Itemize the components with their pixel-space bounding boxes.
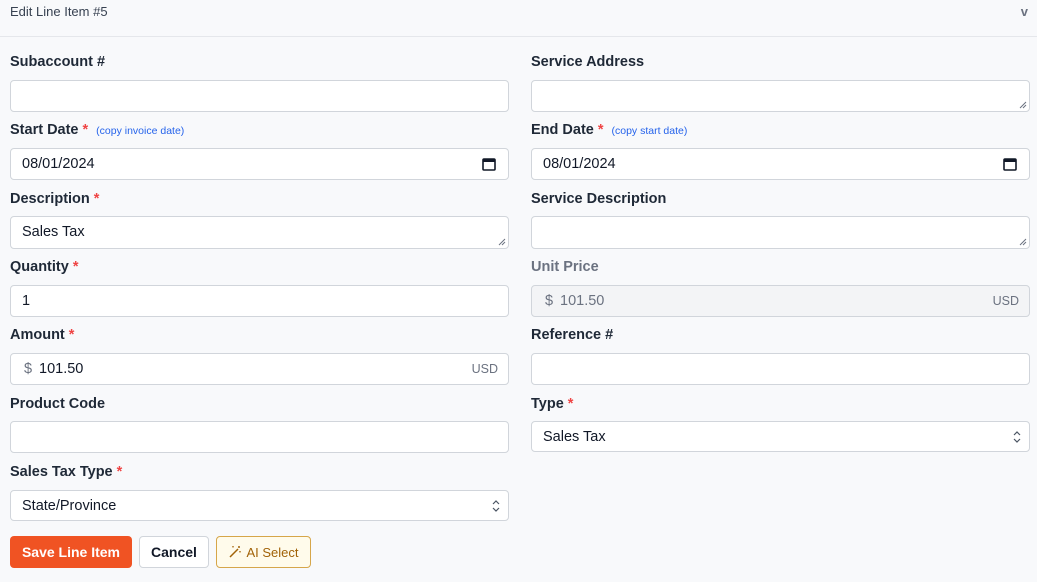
reference-input[interactable] bbox=[531, 353, 1030, 385]
copy-invoice-date-link[interactable]: (copy invoice date) bbox=[96, 125, 184, 137]
required-marker: * bbox=[116, 464, 123, 480]
sales-tax-type-label: Sales Tax Type * bbox=[10, 464, 123, 480]
service-description-textarea[interactable] bbox=[531, 216, 1030, 249]
resize-grip-icon[interactable] bbox=[1019, 101, 1027, 109]
required-marker: * bbox=[68, 327, 75, 343]
service-address-label: Service Address bbox=[531, 54, 645, 70]
required-marker: * bbox=[93, 191, 100, 207]
currency-code: USD bbox=[992, 294, 1019, 308]
required-marker: * bbox=[597, 122, 604, 138]
description-label: Description * bbox=[10, 191, 100, 207]
ai-select-button[interactable]: AI Select bbox=[216, 536, 311, 568]
reference-label: Reference # bbox=[531, 327, 614, 343]
subaccount-label: Subaccount # bbox=[10, 54, 106, 70]
copy-start-date-link[interactable]: (copy start date) bbox=[612, 125, 688, 137]
form-header[interactable]: Edit Line Item #5 v bbox=[0, 0, 1037, 37]
cancel-button[interactable]: Cancel bbox=[139, 536, 209, 568]
resize-grip-icon[interactable] bbox=[498, 238, 506, 246]
currency-code: USD bbox=[471, 362, 498, 376]
save-line-item-button[interactable]: Save Line Item bbox=[10, 536, 132, 568]
sales-tax-type-select[interactable]: State/Province bbox=[10, 490, 509, 521]
magic-wand-icon bbox=[229, 546, 242, 558]
calendar-icon[interactable] bbox=[1003, 157, 1017, 171]
select-arrows-icon bbox=[492, 500, 500, 512]
service-description-label: Service Description bbox=[531, 191, 667, 207]
service-address-textarea[interactable] bbox=[531, 80, 1030, 112]
required-marker: * bbox=[82, 122, 89, 138]
unit-price-input: $ 101.50 USD bbox=[531, 285, 1030, 317]
product-code-input[interactable] bbox=[10, 421, 509, 453]
dollar-sign: $ bbox=[24, 361, 33, 377]
resize-grip-icon[interactable] bbox=[1019, 238, 1027, 246]
calendar-icon[interactable] bbox=[482, 157, 496, 171]
quantity-input[interactable]: 1 bbox=[10, 285, 509, 317]
start-date-input[interactable]: 08/01/2024 bbox=[10, 148, 509, 180]
required-marker: * bbox=[567, 396, 574, 412]
subaccount-input[interactable] bbox=[10, 80, 509, 112]
quantity-label: Quantity * bbox=[10, 259, 79, 275]
end-date-input[interactable]: 08/01/2024 bbox=[531, 148, 1030, 180]
chevron-down-icon[interactable]: v bbox=[1021, 4, 1028, 19]
ai-select-label: AI Select bbox=[246, 544, 299, 560]
description-textarea[interactable]: Sales Tax bbox=[10, 216, 509, 249]
dollar-sign: $ bbox=[545, 293, 554, 309]
end-date-label: End Date * (copy start date) bbox=[531, 122, 688, 138]
product-code-label: Product Code bbox=[10, 396, 106, 412]
amount-label: Amount * bbox=[10, 327, 75, 343]
form-title: Edit Line Item #5 bbox=[10, 4, 108, 19]
type-select[interactable]: Sales Tax bbox=[531, 421, 1030, 452]
required-marker: * bbox=[72, 259, 79, 275]
select-arrows-icon bbox=[1013, 431, 1021, 443]
amount-input[interactable]: $ 101.50 USD bbox=[10, 353, 509, 385]
start-date-label: Start Date * (copy invoice date) bbox=[10, 122, 185, 138]
type-label: Type * bbox=[531, 396, 574, 412]
unit-price-label: Unit Price bbox=[531, 259, 599, 275]
